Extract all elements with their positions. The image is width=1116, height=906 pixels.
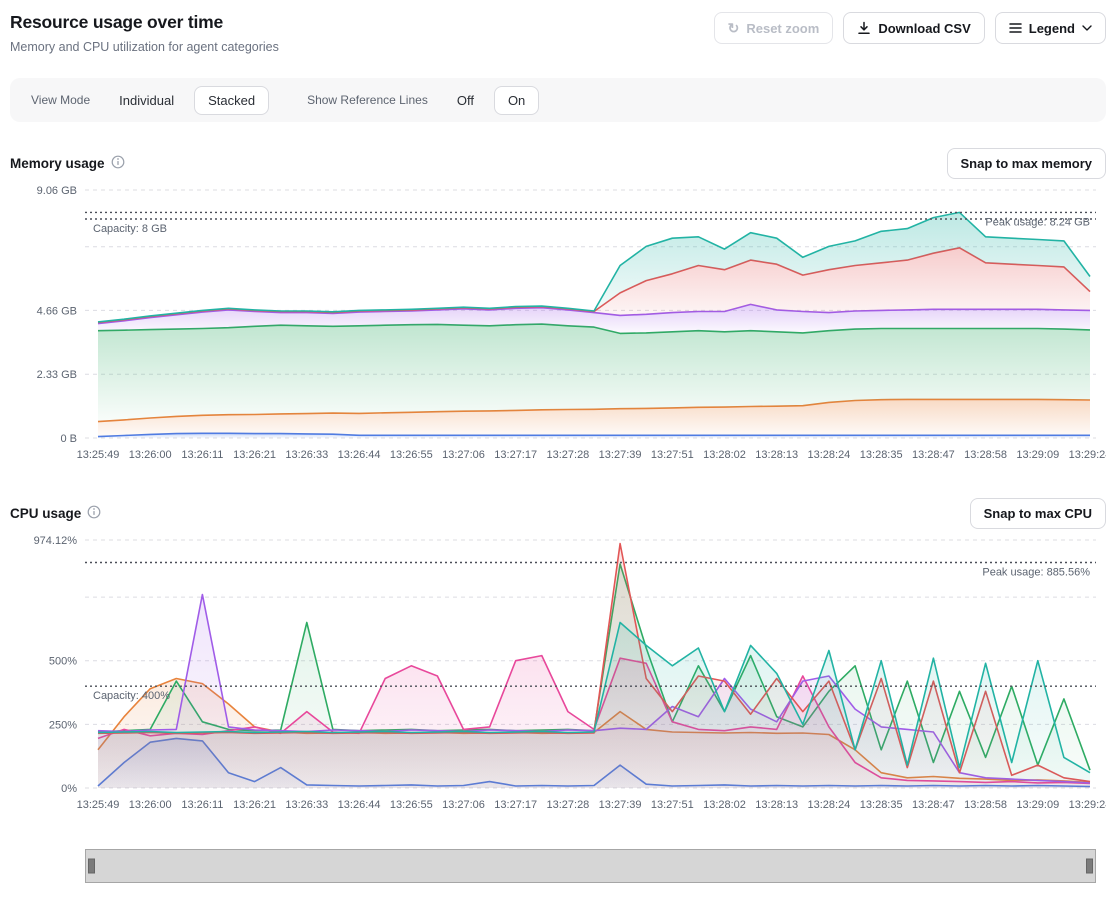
reference-line-label: Peak usage: 885.56% [982, 567, 1090, 579]
download-csv-label: Download CSV [878, 21, 970, 36]
series-teal-area [98, 623, 1090, 789]
memory-usage-title-text: Memory usage [10, 156, 105, 171]
brush-handle-left[interactable] [88, 859, 95, 874]
memory-section-header: Memory usage Snap to max memory [10, 147, 1106, 180]
x-axis-tick-label: 13:29:24 [1069, 449, 1106, 461]
brush-handle-right[interactable] [1086, 859, 1093, 874]
y-axis-tick-label: 974.12% [34, 535, 78, 547]
x-axis-tick-label: 13:29:24 [1069, 799, 1106, 811]
reset-zoom-button[interactable]: ↻ Reset zoom [714, 12, 834, 44]
x-axis-tick-label: 13:26:21 [233, 799, 276, 811]
reference-lines-label: Show Reference Lines [307, 93, 428, 107]
page-subtitle: Memory and CPU utilization for agent cat… [10, 40, 279, 54]
memory-usage-chart[interactable]: 9.06 GB 4.66 GB 2.33 GB 0 B Capacity: 8 GB Pe… [10, 182, 1106, 472]
reference-lines-on-option[interactable]: On [494, 86, 539, 115]
page-header: Resource usage over time Memory and CPU … [10, 8, 1106, 54]
chevron-down-icon [1082, 25, 1092, 31]
x-axis-tick-label: 13:26:44 [338, 799, 381, 811]
legend-button[interactable]: Legend [995, 12, 1106, 44]
x-axis-tick-label: 13:27:06 [442, 799, 485, 811]
x-axis-tick-label: 13:26:11 [181, 449, 223, 461]
reference-line-label: Capacity: 400% [93, 690, 170, 702]
x-axis-tick-label: 13:27:06 [442, 449, 485, 461]
view-mode-stacked-option[interactable]: Stacked [194, 86, 269, 115]
y-axis-tick-label: 500% [49, 656, 77, 668]
x-axis-tick-label: 13:28:47 [912, 799, 955, 811]
x-axis-tick-label: 13:25:49 [77, 449, 120, 461]
x-axis-tick-label: 13:29:09 [1016, 449, 1059, 461]
time-range-scrollbar[interactable] [85, 849, 1096, 883]
x-axis-tick-label: 13:28:35 [860, 449, 903, 461]
cpu-usage-chart[interactable]: 974.12% 500% 250% 0% Peak usage: 885.56% Capa… [10, 532, 1106, 822]
x-axis-tick-label: 13:28:13 [755, 799, 798, 811]
legend-list-icon [1009, 22, 1022, 34]
y-axis-tick-label: 0% [61, 783, 77, 795]
page-title: Resource usage over time [10, 12, 279, 33]
x-axis-tick-label: 13:27:51 [651, 449, 694, 461]
x-axis-tick-label: 13:27:28 [546, 449, 589, 461]
info-icon[interactable] [111, 155, 125, 172]
x-axis-tick-label: 13:26:33 [285, 449, 328, 461]
x-axis-tick-label: 13:27:17 [494, 449, 537, 461]
cpu-section-header: CPU usage Snap to max CPU [10, 497, 1106, 530]
x-axis-tick-label: 13:28:58 [964, 799, 1007, 811]
y-axis-tick-label: 0 B [60, 433, 77, 445]
info-icon[interactable] [87, 505, 101, 522]
legend-label: Legend [1029, 21, 1075, 36]
x-axis-tick-label: 13:28:24 [807, 449, 850, 461]
x-axis-tick-label: 13:26:44 [338, 449, 381, 461]
chart-options-toolbar: View Mode Individual Stacked Show Refere… [10, 78, 1106, 122]
x-axis-tick-label: 13:26:11 [181, 799, 223, 811]
y-axis-tick-label: 2.33 GB [37, 369, 77, 381]
reference-line-label: Capacity: 8 GB [93, 223, 167, 235]
view-mode-individual-option[interactable]: Individual [105, 86, 188, 115]
x-axis-tick-label: 13:26:21 [233, 449, 276, 461]
x-axis-tick-label: 13:29:09 [1016, 799, 1059, 811]
x-axis-tick-label: 13:26:00 [129, 799, 172, 811]
dashboard-page: Resource usage over time Memory and CPU … [0, 0, 1116, 891]
x-axis-tick-label: 13:27:39 [599, 449, 642, 461]
x-axis-tick-label: 13:28:58 [964, 449, 1007, 461]
x-axis-tick-label: 13:27:39 [599, 799, 642, 811]
x-axis-tick-label: 13:25:49 [77, 799, 120, 811]
cpu-usage-title-text: CPU usage [10, 506, 81, 521]
x-axis-tick-label: 13:28:47 [912, 449, 955, 461]
x-axis-tick-label: 13:28:02 [703, 449, 746, 461]
view-mode-label: View Mode [31, 93, 90, 107]
x-axis-tick-label: 13:27:17 [494, 799, 537, 811]
y-axis-tick-label: 9.06 GB [37, 185, 77, 197]
x-axis-tick-label: 13:26:33 [285, 799, 328, 811]
x-axis-tick-label: 13:28:24 [807, 799, 850, 811]
cpu-usage-title: CPU usage [10, 505, 101, 522]
x-axis-tick-label: 13:28:35 [860, 799, 903, 811]
snap-to-max-memory-button[interactable]: Snap to max memory [947, 148, 1107, 179]
x-axis-tick-label: 13:26:00 [129, 449, 172, 461]
x-axis-tick-label: 13:28:02 [703, 799, 746, 811]
x-axis-tick-label: 13:26:55 [390, 449, 433, 461]
download-csv-button[interactable]: Download CSV [843, 12, 984, 44]
memory-usage-title: Memory usage [10, 155, 125, 172]
x-axis-tick-label: 13:26:55 [390, 799, 433, 811]
header-actions: ↻ Reset zoom Download CSV Legend [714, 8, 1106, 44]
y-axis-tick-label: 4.66 GB [37, 305, 77, 317]
x-axis-tick-label: 13:27:51 [651, 799, 694, 811]
x-axis-tick-label: 13:27:28 [546, 799, 589, 811]
x-axis-tick-label: 13:28:13 [755, 449, 798, 461]
y-axis-tick-label: 250% [49, 719, 77, 731]
header-text: Resource usage over time Memory and CPU … [10, 8, 279, 54]
reference-lines-off-option[interactable]: Off [443, 86, 488, 115]
reset-zoom-label: Reset zoom [746, 21, 819, 36]
reference-line-label: Peak usage: 8.24 GB [985, 216, 1090, 228]
download-icon [857, 21, 871, 35]
snap-to-max-cpu-button[interactable]: Snap to max CPU [970, 498, 1106, 529]
